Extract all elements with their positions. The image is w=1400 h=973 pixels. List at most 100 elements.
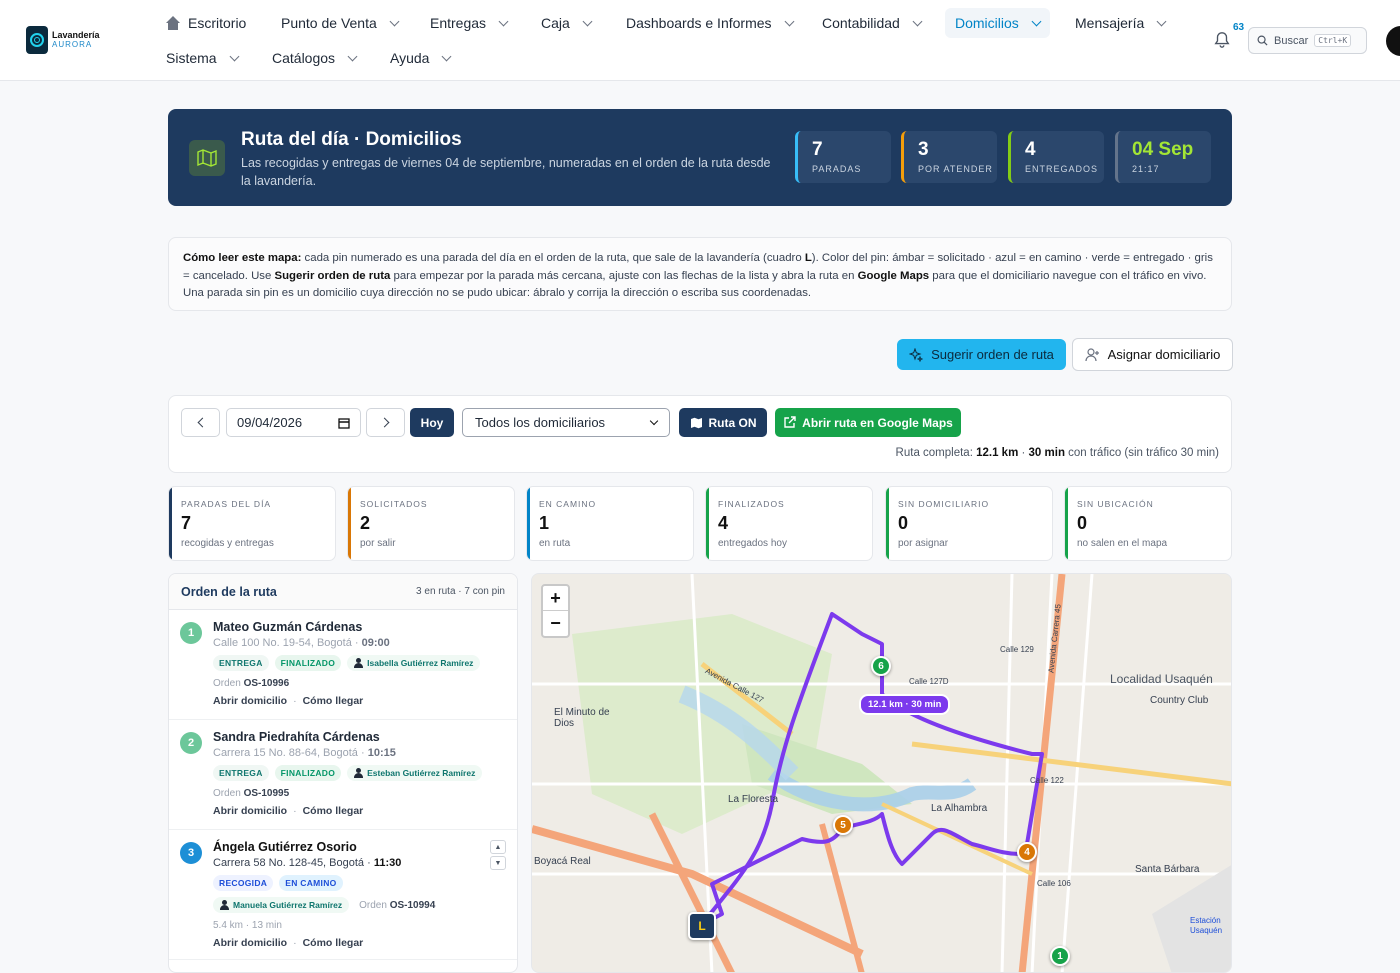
nav-caja[interactable]: Caja <box>531 8 601 38</box>
map-street-label: Calle 106 <box>1037 879 1071 888</box>
order-label: Orden <box>359 899 390 911</box>
move-down-button[interactable]: ▼ <box>490 856 506 870</box>
nav-sistema[interactable]: Sistema <box>156 43 248 73</box>
zoom-out-button[interactable]: − <box>543 611 568 636</box>
assign-courier-button[interactable]: Asignar domiciliario <box>1072 338 1233 371</box>
nav-dashboards[interactable]: Dashboards e Informes <box>616 8 803 38</box>
stat-entregados: 4 ENTREGADOS <box>1008 131 1104 183</box>
order-id: OS-10996 <box>243 678 290 689</box>
prev-day-button[interactable] <box>181 408 220 437</box>
chevron-down-icon <box>442 51 452 61</box>
order-label: Orden <box>213 678 244 689</box>
open-google-maps-button[interactable]: Abrir ruta en Google Maps <box>775 408 961 437</box>
kpi-sin-domiciliario: SIN DOMICILIARIO 0 por asignar <box>885 486 1053 561</box>
page-hero: Ruta del día · Domicilios Las recogidas … <box>168 109 1232 206</box>
open-delivery-link[interactable]: Abrir domicilio <box>213 695 287 707</box>
map-pin[interactable]: 1 <box>1050 946 1070 966</box>
next-day-button[interactable] <box>366 408 405 437</box>
chevron-down-icon <box>347 51 358 61</box>
courier-name: Esteban Gutiérrez Ramírez <box>367 768 476 778</box>
open-delivery-link[interactable]: Abrir domicilio <box>213 937 287 949</box>
map-icon <box>189 140 225 176</box>
today-button[interactable]: Hoy <box>410 408 454 437</box>
stop-order: Orden OS-10996 <box>213 678 505 689</box>
map-place-label: Santa Bárbara <box>1135 864 1200 875</box>
nav-contabilidad[interactable]: Contabilidad <box>812 8 931 38</box>
kpi-accent <box>169 487 172 560</box>
map-place-label: El Minuto de Dios <box>554 707 610 729</box>
help-bold: Sugerir orden de ruta <box>274 269 391 282</box>
stop-address-text: Carrera 15 No. 88-64, Bogotá · <box>213 747 368 759</box>
route-toggle-button[interactable]: Ruta ON <box>679 408 767 437</box>
stop-courier-badge: Esteban Gutiérrez Ramírez <box>347 765 483 781</box>
stop-status-badge: FINALIZADO <box>274 655 342 671</box>
date-value: 09/04/2026 <box>237 415 303 430</box>
nav-escritorio[interactable]: Escritorio <box>156 8 256 38</box>
stat-label: ENTREGADOS <box>1025 164 1099 174</box>
route-total: Ruta completa: 12.1 km · 30 min con tráf… <box>896 447 1219 459</box>
route-stop[interactable]: 2 Sandra Piedrahíta Cárdenas Carrera 15 … <box>169 720 517 830</box>
user-plus-icon <box>1085 347 1099 361</box>
route-panel-count: 3 en ruta · 7 con pin <box>416 586 505 597</box>
route-order-panel: Orden de la ruta 3 en ruta · 7 con pin 1… <box>168 573 518 973</box>
suggest-route-button[interactable]: Sugerir orden de ruta <box>897 339 1066 370</box>
nav-label: Ayuda <box>390 50 430 66</box>
nav-punto-de-venta[interactable]: Punto de Venta <box>271 8 408 38</box>
brand-logo[interactable]: Lavandería AURORA <box>26 26 100 54</box>
bell-icon[interactable] <box>1213 31 1231 49</box>
map-icon <box>690 417 702 428</box>
total-sep: · <box>1018 447 1029 459</box>
button-label: Sugerir orden de ruta <box>931 347 1054 362</box>
move-up-button[interactable]: ▲ <box>490 840 506 854</box>
stat-value: 7 <box>812 139 823 160</box>
courier-name: Isabella Gutiérrez Ramírez <box>367 658 474 668</box>
map-street-label: Calle 122 <box>1030 776 1064 785</box>
nav-domicilios[interactable]: Domicilios <box>945 8 1050 38</box>
open-delivery-link[interactable]: Abrir domicilio <box>213 805 287 817</box>
user-icon <box>354 658 364 668</box>
search-button[interactable]: Buscar Ctrl+K <box>1248 27 1367 54</box>
user-icon <box>220 900 229 910</box>
kpi-accent <box>886 487 889 560</box>
map-pin[interactable]: 4 <box>1017 842 1037 862</box>
directions-link[interactable]: Cómo llegar <box>303 805 364 817</box>
kpi-accent <box>706 487 709 560</box>
directions-link[interactable]: Cómo llegar <box>303 695 364 707</box>
total-km: 12.1 km <box>976 447 1019 459</box>
nav-catalogos[interactable]: Catálogos <box>262 43 366 73</box>
route-stop[interactable]: 1 Mateo Guzmán Cárdenas Calle 100 No. 19… <box>169 610 517 720</box>
stop-time: 11:30 <box>373 857 402 869</box>
map-pin[interactable]: 6 <box>871 656 891 676</box>
sparkles-icon <box>909 347 924 362</box>
stop-client-name: Ángela Gutiérrez Osorio <box>213 840 357 854</box>
map-pin[interactable]: 5 <box>833 815 853 835</box>
logo-mark-icon <box>26 26 48 54</box>
courier-select[interactable]: Todos los domiciliarios <box>462 408 670 437</box>
total-min: 30 min <box>1028 447 1065 459</box>
nav-ayuda[interactable]: Ayuda <box>380 43 460 73</box>
laundry-start-marker[interactable]: L <box>688 912 716 940</box>
nav-label: Dashboards e Informes <box>626 15 772 31</box>
courier-name: Manuela Gutiérrez Ramírez <box>233 900 343 910</box>
kpi-accent <box>348 487 351 560</box>
nav-entregas[interactable]: Entregas <box>420 8 517 38</box>
route-stop-active[interactable]: 3 Ángela Gutiérrez Osorio Carrera 58 No.… <box>169 830 517 960</box>
chevron-left-icon <box>197 417 207 428</box>
kpi-sin-ubicacion: SIN UBICACIÓN 0 no salen en el mapa <box>1064 486 1232 561</box>
button-label: Abrir ruta en Google Maps <box>802 415 953 430</box>
date-input[interactable]: 09/04/2026 <box>226 408 361 437</box>
kpi-sub: recogidas y entregas <box>181 538 274 549</box>
kpi-value: 1 <box>539 513 550 533</box>
zoom-in-button[interactable]: + <box>543 586 568 611</box>
directions-link[interactable]: Cómo llegar <box>303 937 364 949</box>
stat-value: 4 <box>1025 139 1036 160</box>
avatar[interactable] <box>1386 26 1400 56</box>
route-map[interactable]: Localidad Usaquén Country Club El Minuto… <box>531 573 1232 973</box>
map-place-label: Country Club <box>1150 695 1209 706</box>
kpi-sub: entregados hoy <box>718 538 787 549</box>
stat-label: PARADAS <box>812 164 862 174</box>
chevron-right-icon <box>379 417 389 428</box>
stop-number: 3 <box>180 842 202 864</box>
nav-mensajeria[interactable]: Mensajería <box>1065 8 1175 38</box>
map-tiles <box>532 574 1231 972</box>
